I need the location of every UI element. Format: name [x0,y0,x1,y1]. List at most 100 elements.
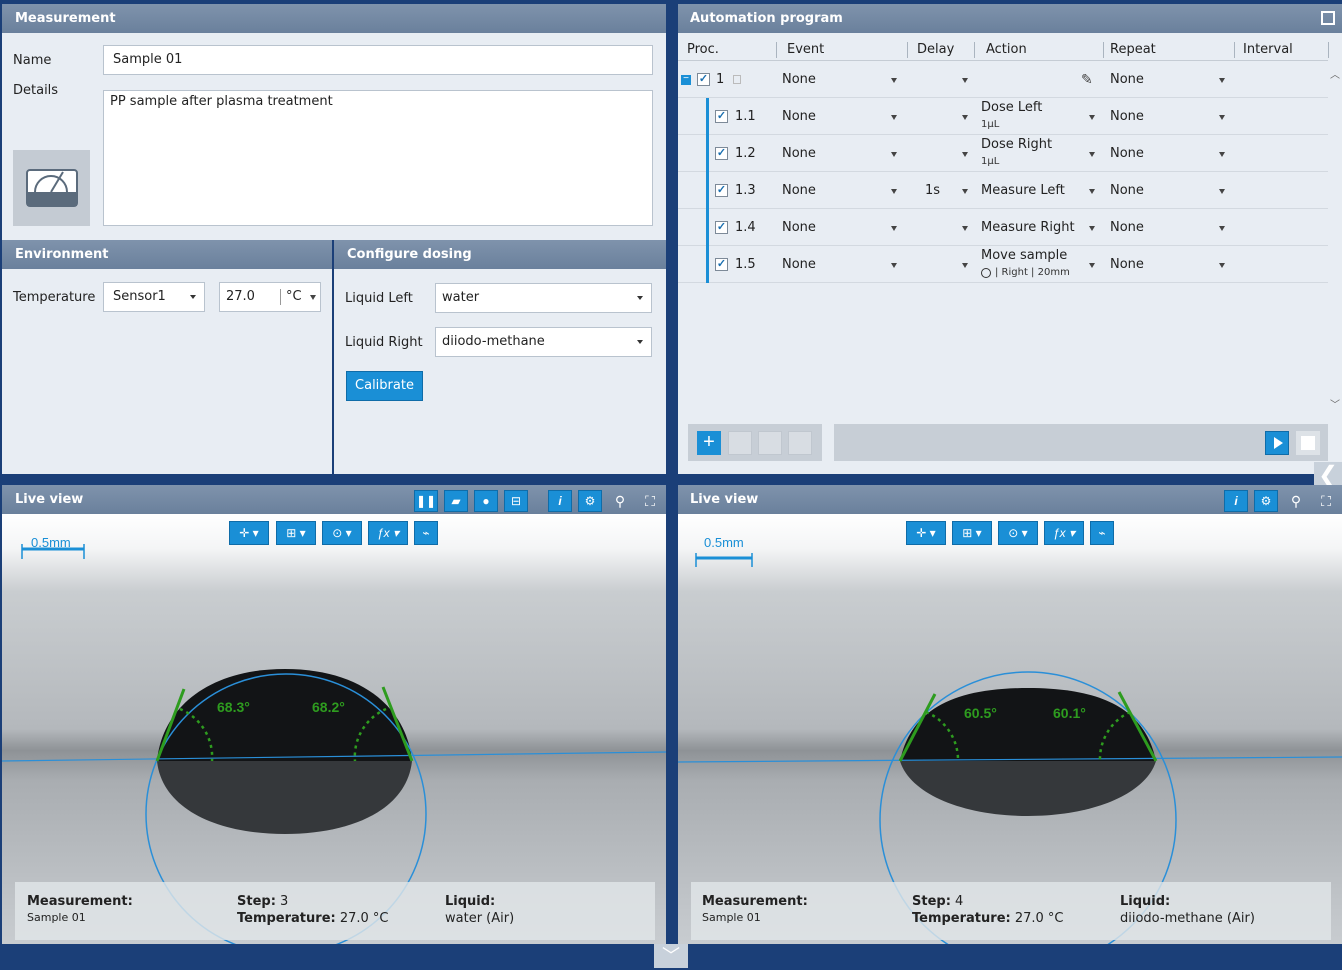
table-row[interactable]: ✓ 1.5 None Move sample | Right | 20mm No… [678,246,1328,283]
name-input[interactable]: Sample 01 [103,45,653,75]
info-temperature-value: 27.0 °C [339,911,389,926]
row-checkbox[interactable]: ✓ [697,73,710,86]
delete-icon[interactable] [728,431,752,455]
collapse-icon[interactable]: − [681,74,691,85]
event-select[interactable]: None [782,183,816,198]
play-icon[interactable] [1265,431,1289,455]
fullscreen-icon[interactable]: ⛶ [1314,490,1338,512]
event-select[interactable]: None [782,109,816,124]
sensor-select[interactable]: Sensor1 [103,282,205,312]
event-select[interactable]: None [782,220,816,235]
table-row[interactable]: − ✓ 1 None ✎ None [678,61,1328,98]
row-checkbox[interactable]: ✓ [715,147,728,160]
info-icon[interactable]: i [1224,490,1248,512]
chevron-down-icon [1089,189,1095,194]
zoom-out-icon[interactable]: ⚲ [608,490,632,512]
info-temperature-label: Temperature: [912,911,1011,926]
sample-image-icon[interactable] [13,150,90,226]
move-tool-button[interactable]: ✛ ▾ [229,521,269,545]
chevron-down-icon [891,189,897,194]
info-measurement-label: Measurement: [702,894,808,909]
automation-title: Automation program [678,4,1342,33]
chevron-down-icon [891,115,897,120]
ruler-icon[interactable]: ⊟ [504,490,528,512]
baseline-tool-button[interactable]: ⊞ ▾ [276,521,316,545]
chevron-down-icon [1089,263,1095,268]
gear-icon[interactable]: ⚙ [578,490,602,512]
move-tool-button[interactable]: ✛ ▾ [906,521,946,545]
camera-image[interactable]: 0.5mm 68.3° 68.2° ✛ ▾ ⊞ ▾ ⊙ ▾ ƒx ▾ ⌁ Mea… [2,514,666,944]
dosing-panel: Configure dosing Liquid Left water Liqui… [334,240,666,474]
maximize-icon[interactable] [1321,11,1335,25]
row-checkbox[interactable]: ✓ [715,221,728,234]
scroll-up-icon[interactable]: ︿ [1330,66,1340,81]
repeat-select[interactable]: None [1110,220,1144,235]
details-textarea[interactable]: PP sample after plasma treatment [103,90,653,226]
action-select[interactable]: Dose Right [981,137,1052,152]
group-icon[interactable] [758,431,782,455]
repeat-select[interactable]: None [1110,72,1144,87]
info-measurement-value: Sample 01 [702,911,761,924]
program-table: − ✓ 1 None ✎ None ✓ 1.1 None Dose Left 1… [678,60,1328,286]
temperature-input[interactable]: 27.0 °C [219,282,321,312]
info-liquid-value: diiodo-methane (Air) [1120,911,1255,926]
scroll-down-icon[interactable]: ﹀ [1330,396,1340,411]
action-select[interactable]: Dose Left [981,100,1042,115]
table-row[interactable]: ✓ 1.4 None Measure Right None [678,209,1328,246]
proc-id: 1 [716,72,725,87]
graph-tool-button[interactable]: ⌁ [1090,521,1114,545]
event-select[interactable]: None [782,146,816,161]
action-select[interactable]: Measure Right [981,220,1075,235]
fit-function-button[interactable]: ƒx ▾ [1044,521,1084,545]
baseline-tool-button[interactable]: ⊞ ▾ [952,521,992,545]
calibrate-button[interactable]: Calibrate [346,371,423,401]
record-icon[interactable]: ● [474,490,498,512]
action-select[interactable]: Move sample [981,248,1067,263]
row-checkbox[interactable]: ✓ [715,110,728,123]
table-row[interactable]: ✓ 1.1 None Dose Left 1μL None [678,98,1328,135]
info-measurement-label: Measurement: [27,894,133,909]
info-measurement-value: Sample 01 [27,911,86,924]
chevron-down-icon [1219,226,1225,231]
needle-tool-button[interactable]: ⊙ ▾ [998,521,1038,545]
stop-icon[interactable] [1296,431,1320,455]
repeat-select[interactable]: None [1110,109,1144,124]
info-liquid-value: water (Air) [445,911,515,926]
info-temperature-value: 27.0 °C [1014,911,1064,926]
chevron-down-icon [962,78,968,83]
event-select[interactable]: None [782,257,816,272]
row-checkbox[interactable]: ✓ [715,258,728,271]
pause-icon[interactable]: ❚❚ [414,490,438,512]
needle-tool-button[interactable]: ⊙ ▾ [322,521,362,545]
graph-tool-button[interactable]: ⌁ [414,521,438,545]
bottom-collapse-icon[interactable]: ﹀ [654,944,688,968]
col-proc: Proc. [687,42,719,57]
angle-left-label: 60.5° [964,705,997,721]
repeat-select[interactable]: None [1110,183,1144,198]
delay-select[interactable]: 1s [925,183,940,198]
live-view-left: Live view ❚❚ ▰ ● ⊟ i ⚙ ⚲ ⛶ 0.5mm 68.3° 6… [2,485,666,944]
liquid-left-select[interactable]: water [435,283,652,313]
action-select[interactable]: Measure Left [981,183,1065,198]
repeat-select[interactable]: None [1110,146,1144,161]
liquid-left-label: Liquid Left [345,291,413,306]
fit-function-button[interactable]: ƒx ▾ [368,521,408,545]
ungroup-icon[interactable] [788,431,812,455]
table-row[interactable]: ✓ 1.2 None Dose Right 1μL None [678,135,1328,172]
gear-icon[interactable]: ⚙ [1254,490,1278,512]
folder-icon[interactable]: ▰ [444,490,468,512]
col-interval: Interval [1243,42,1293,57]
event-select[interactable]: None [782,72,816,87]
add-icon[interactable]: + [697,431,721,455]
row-checkbox[interactable]: ✓ [715,184,728,197]
camera-image[interactable]: 0.5mm 60.5° 60.1° ✛ ▾ ⊞ ▾ ⊙ ▾ ƒx ▾ ⌁ Mea… [678,514,1342,944]
table-row[interactable]: ✓ 1.3 None 1s Measure Left None [678,172,1328,209]
fullscreen-icon[interactable]: ⛶ [638,490,662,512]
zoom-out-icon[interactable]: ⚲ [1284,490,1308,512]
scale-label: 0.5mm [704,535,744,550]
pencil-icon[interactable]: ✎ [1081,71,1093,88]
liquid-right-select[interactable]: diiodo-methane [435,327,652,357]
temperature-unit-select[interactable]: °C [280,289,302,305]
repeat-select[interactable]: None [1110,257,1144,272]
info-icon[interactable]: i [548,490,572,512]
